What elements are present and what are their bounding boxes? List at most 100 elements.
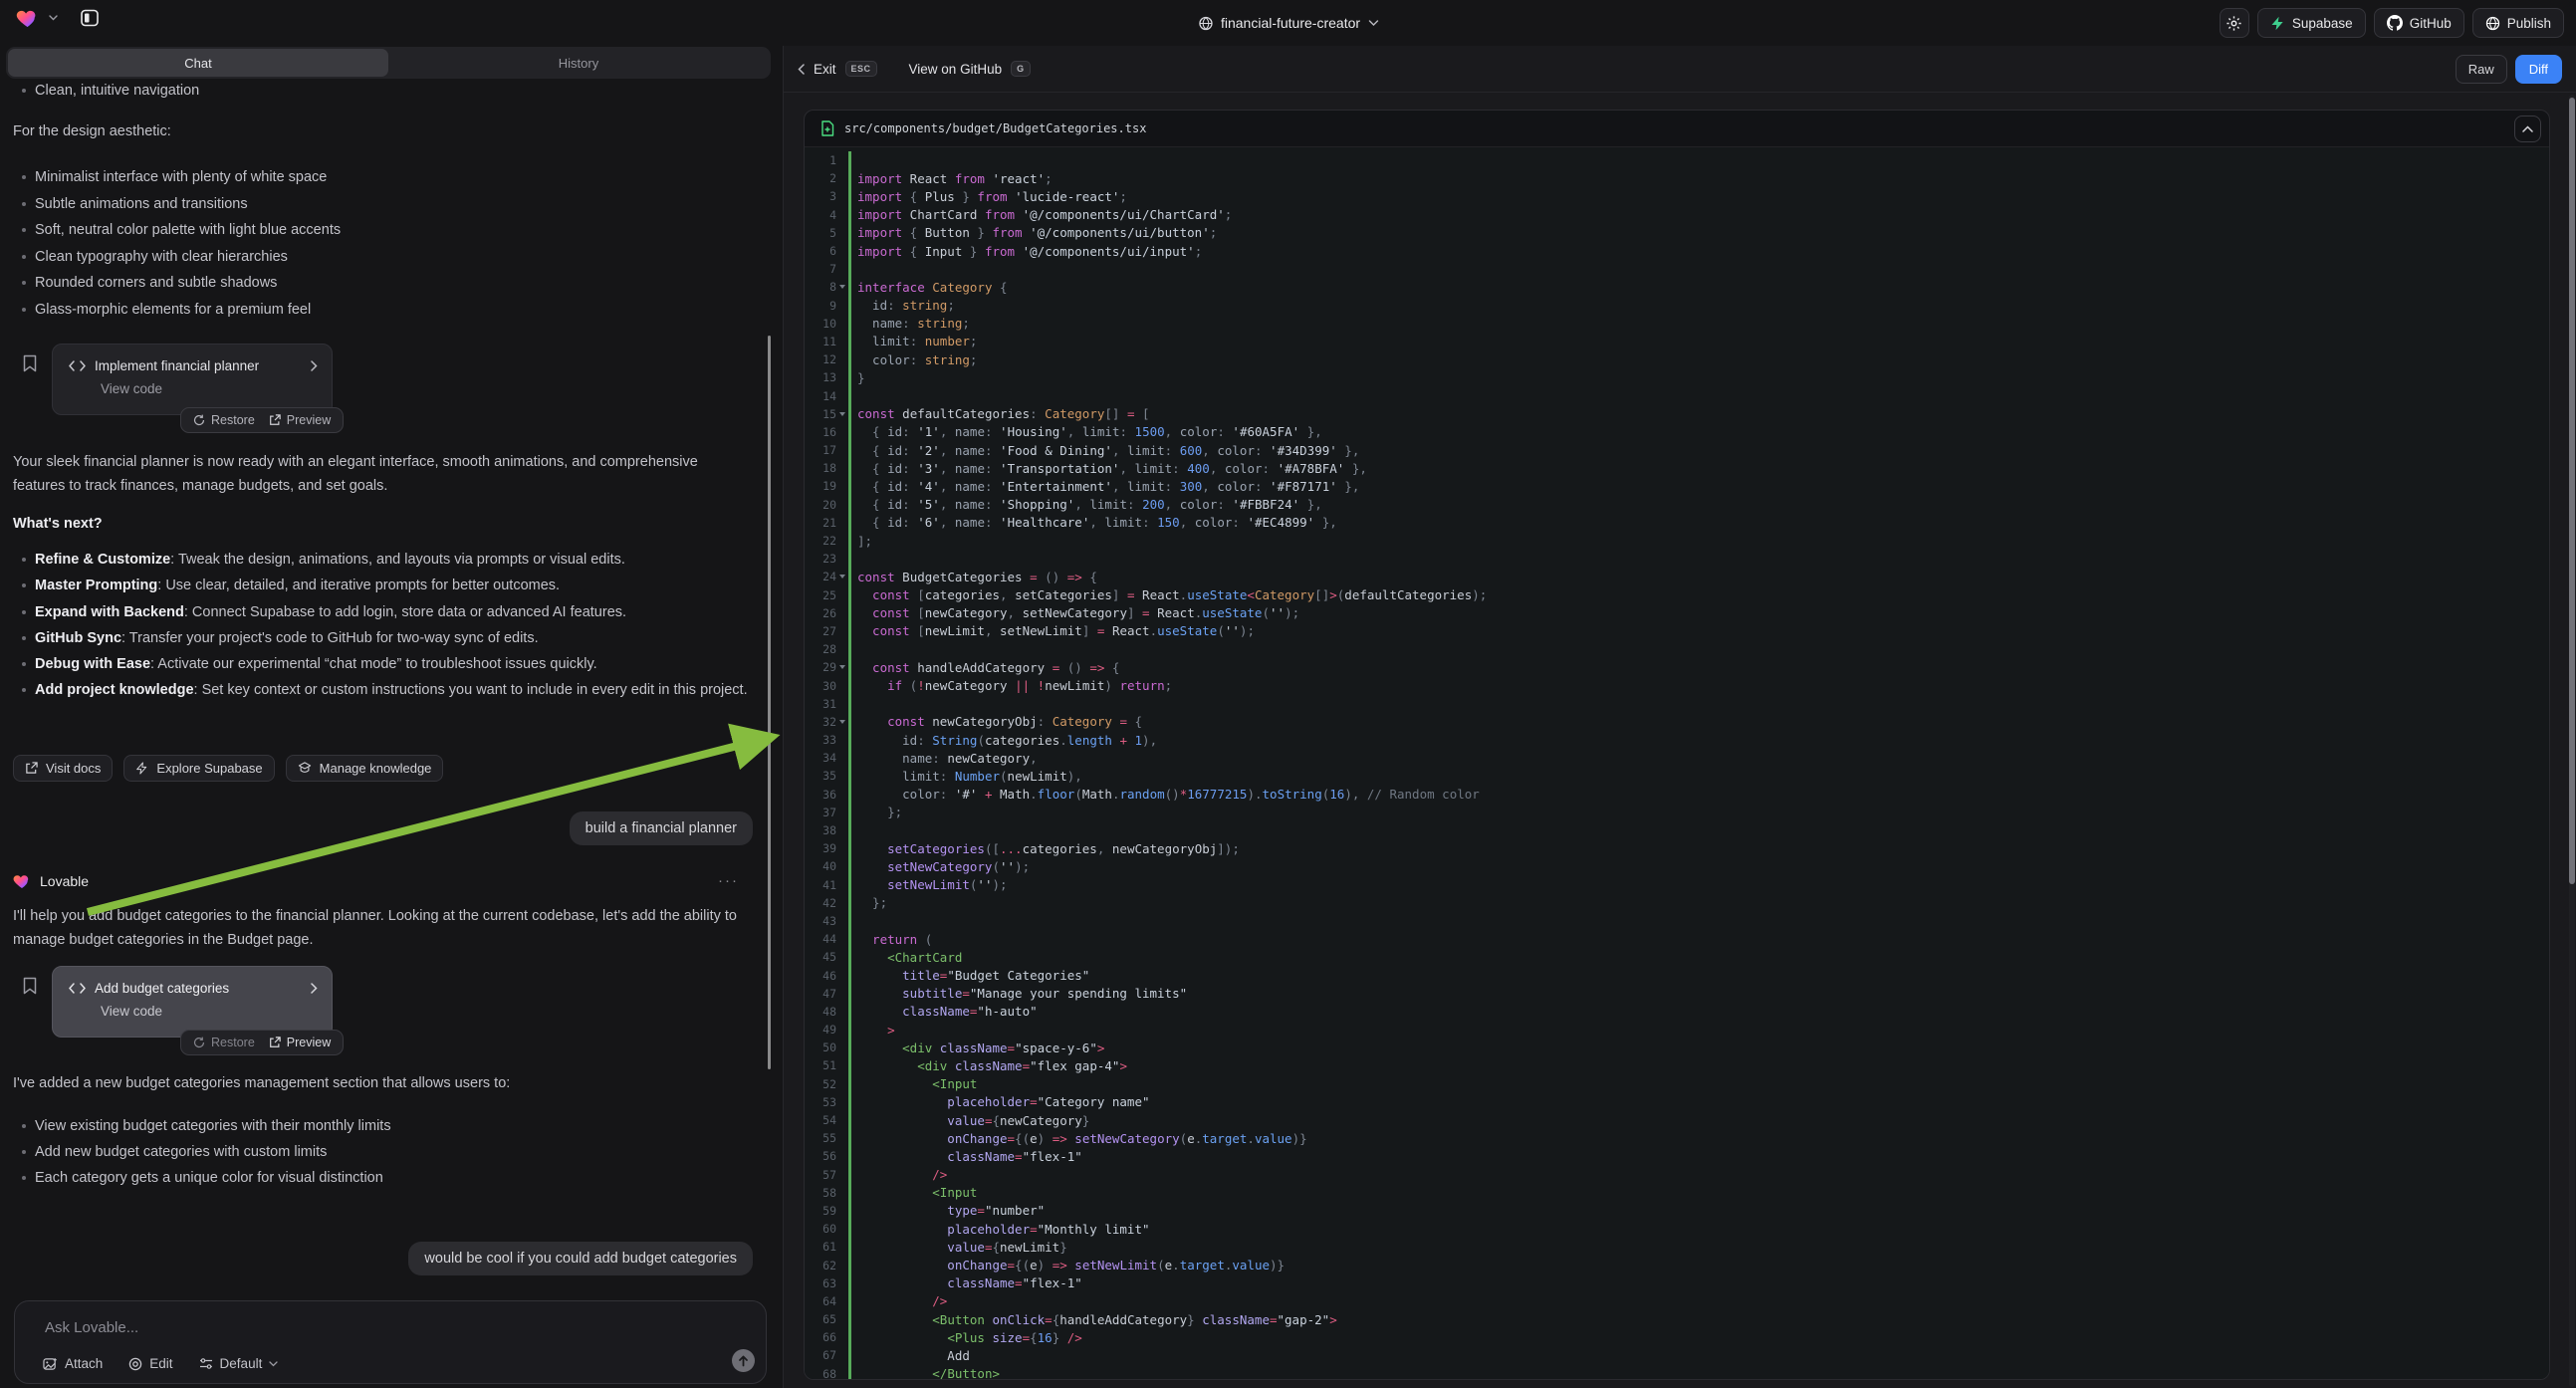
lovable-heart-icon — [13, 872, 31, 889]
edit-button[interactable]: Edit — [128, 1356, 172, 1371]
supabase-button[interactable]: Supabase — [2257, 8, 2366, 38]
list-item: Expand with Backend: Connect Supabase to… — [0, 599, 749, 625]
code-line: 28 — [805, 640, 2549, 658]
bookmark-icon[interactable] — [22, 977, 38, 995]
code-line: 26 const [newCategory, setNewCategory] =… — [805, 604, 2549, 622]
preview-button[interactable]: Preview — [269, 1036, 331, 1049]
chat-input[interactable] — [45, 1315, 642, 1339]
code-line: 12 color: string; — [805, 350, 2549, 368]
view-code-link[interactable]: View code — [53, 996, 332, 1019]
restore-button[interactable]: Restore — [193, 413, 255, 427]
tab-history[interactable]: History — [388, 49, 769, 77]
code-header: Exit ESC View on GitHub G Raw Diff — [784, 46, 2576, 93]
send-button[interactable] — [732, 1349, 755, 1372]
restore-icon — [193, 1037, 205, 1048]
code-line: 56 className="flex-1" — [805, 1147, 2549, 1165]
code-line: 37 }; — [805, 804, 2549, 821]
code-icon — [69, 983, 86, 994]
restore-icon — [193, 414, 205, 426]
logo-chevron-down-icon[interactable] — [49, 15, 58, 21]
chat-panel: Chat History Clean, intuitive navigation… — [0, 46, 783, 1388]
list-item: Clean typography with clear hierarchies — [0, 244, 742, 271]
settings-button[interactable] — [2220, 8, 2249, 38]
file-path-row[interactable]: src/components/budget/BudgetCategories.t… — [805, 111, 2549, 147]
whats-next-list: Refine & Customize: Tweak the design, an… — [0, 547, 749, 704]
g-kbd: G — [1011, 61, 1031, 77]
sidebar-toggle-icon[interactable] — [80, 8, 100, 28]
code-line: 20 { id: '5', name: 'Shopping', limit: 2… — [805, 496, 2549, 514]
visit-docs-button[interactable]: Visit docs — [13, 755, 113, 782]
project-name: financial-future-creator — [1221, 15, 1360, 31]
list-item: Each category gets a unique color for vi… — [0, 1165, 742, 1191]
added-bullets: View existing budget categories with the… — [0, 1113, 742, 1191]
view-on-github-button[interactable]: View on GitHub — [909, 62, 1003, 77]
exit-button[interactable]: Exit — [814, 62, 836, 77]
version-card-add-budget-categories[interactable]: Add budget categories View code — [52, 966, 333, 1038]
code-line: 25 const [categories, setCategories] = R… — [805, 586, 2549, 604]
code-line: 55 onChange={(e) => setNewCategory(e.tar… — [805, 1129, 2549, 1147]
code-line: 1 — [805, 151, 2549, 169]
version-card-implement-financial-planner[interactable]: Implement financial planner View code — [52, 344, 333, 415]
code-line: 16 { id: '1', name: 'Housing', limit: 15… — [805, 423, 2549, 441]
file-added-icon — [820, 120, 834, 136]
code-line: 59 type="number" — [805, 1202, 2549, 1220]
code-line: 45 <ChartCard — [805, 948, 2549, 966]
project-switcher[interactable]: financial-future-creator — [1198, 0, 1378, 46]
code-line: 6import { Input } from '@/components/ui/… — [805, 242, 2549, 260]
code-line: 36 color: '#' + Math.floor(Math.random()… — [805, 786, 2549, 804]
code-line: 21 { id: '6', name: 'Healthcare', limit:… — [805, 514, 2549, 532]
attach-button[interactable]: Attach — [43, 1356, 103, 1371]
attach-image-icon — [43, 1357, 58, 1371]
version-actions: Restore Preview — [180, 407, 344, 433]
tab-chat[interactable]: Chat — [8, 49, 388, 77]
raw-toggle-button[interactable]: Raw — [2456, 55, 2507, 84]
chat-scrollbar[interactable] — [768, 336, 771, 1069]
supabase-icon — [2270, 16, 2285, 31]
view-code-link[interactable]: View code — [53, 373, 332, 396]
code-line: 18 { id: '3', name: 'Transportation', li… — [805, 459, 2549, 477]
code-icon — [69, 360, 86, 371]
model-selector[interactable]: Default — [199, 1356, 279, 1371]
code-line: 31 — [805, 695, 2549, 713]
more-options-icon[interactable]: ··· — [718, 872, 739, 889]
select-target-icon — [128, 1357, 142, 1371]
code-line: 42 }; — [805, 894, 2549, 912]
lovable-logo-icon[interactable] — [16, 7, 39, 28]
code-line: 41 setNewLimit(''); — [805, 876, 2549, 894]
code-line: 44 return ( — [805, 930, 2549, 948]
code-line: 65 <Button onClick={handleAddCategory} c… — [805, 1310, 2549, 1328]
code-line: 24const BudgetCategories = () => { — [805, 568, 2549, 585]
assistant-paragraph: I'll help you add budget categories to t… — [13, 904, 752, 952]
explore-supabase-button[interactable]: Explore Supabase — [123, 755, 274, 782]
list-item: View existing budget categories with the… — [0, 1113, 742, 1139]
list-item: Rounded corners and subtle shadows — [0, 270, 742, 297]
diff-toggle-button[interactable]: Diff — [2515, 55, 2562, 84]
user-message: build a financial planner — [570, 811, 753, 845]
code-line: 43 — [805, 912, 2549, 930]
code-line: 5import { Button } from '@/components/ui… — [805, 224, 2549, 242]
list-item: Refine & Customize: Tweak the design, an… — [0, 547, 749, 573]
collapse-file-button[interactable] — [2514, 116, 2541, 142]
publish-button[interactable]: Publish — [2472, 8, 2564, 38]
code-line: 7 — [805, 260, 2549, 278]
bookmark-icon[interactable] — [22, 354, 38, 372]
list-item: Clean, intuitive navigation — [0, 82, 737, 100]
list-item: Glass-morphic elements for a premium fee… — [0, 297, 742, 324]
code-line: 52 <Input — [805, 1075, 2549, 1093]
preview-button[interactable]: Preview — [269, 413, 331, 427]
gear-icon — [2225, 15, 2242, 32]
github-button[interactable]: GitHub — [2374, 8, 2464, 38]
chevron-right-icon — [311, 360, 318, 371]
code-editor[interactable]: 12import React from 'react';3import { Pl… — [805, 147, 2549, 1379]
code-line: 39 setCategories([...categories, newCate… — [805, 839, 2549, 857]
code-scrollbar-thumb[interactable] — [2569, 98, 2575, 884]
code-line: 51 <div className="flex gap-4"> — [805, 1056, 2549, 1074]
list-item: Subtle animations and transitions — [0, 191, 742, 218]
design-bullets: Minimalist interface with plenty of whit… — [0, 164, 742, 323]
version-actions: Restore Preview — [180, 1030, 344, 1055]
code-line: 62 onChange={(e) => setNewLimit(e.target… — [805, 1256, 2549, 1273]
code-lines: 12import React from 'react';3import { Pl… — [805, 151, 2549, 1379]
restore-button[interactable]: Restore — [193, 1036, 255, 1049]
assistant-header: Lovable ··· — [13, 872, 755, 889]
manage-knowledge-button[interactable]: Manage knowledge — [286, 755, 444, 782]
